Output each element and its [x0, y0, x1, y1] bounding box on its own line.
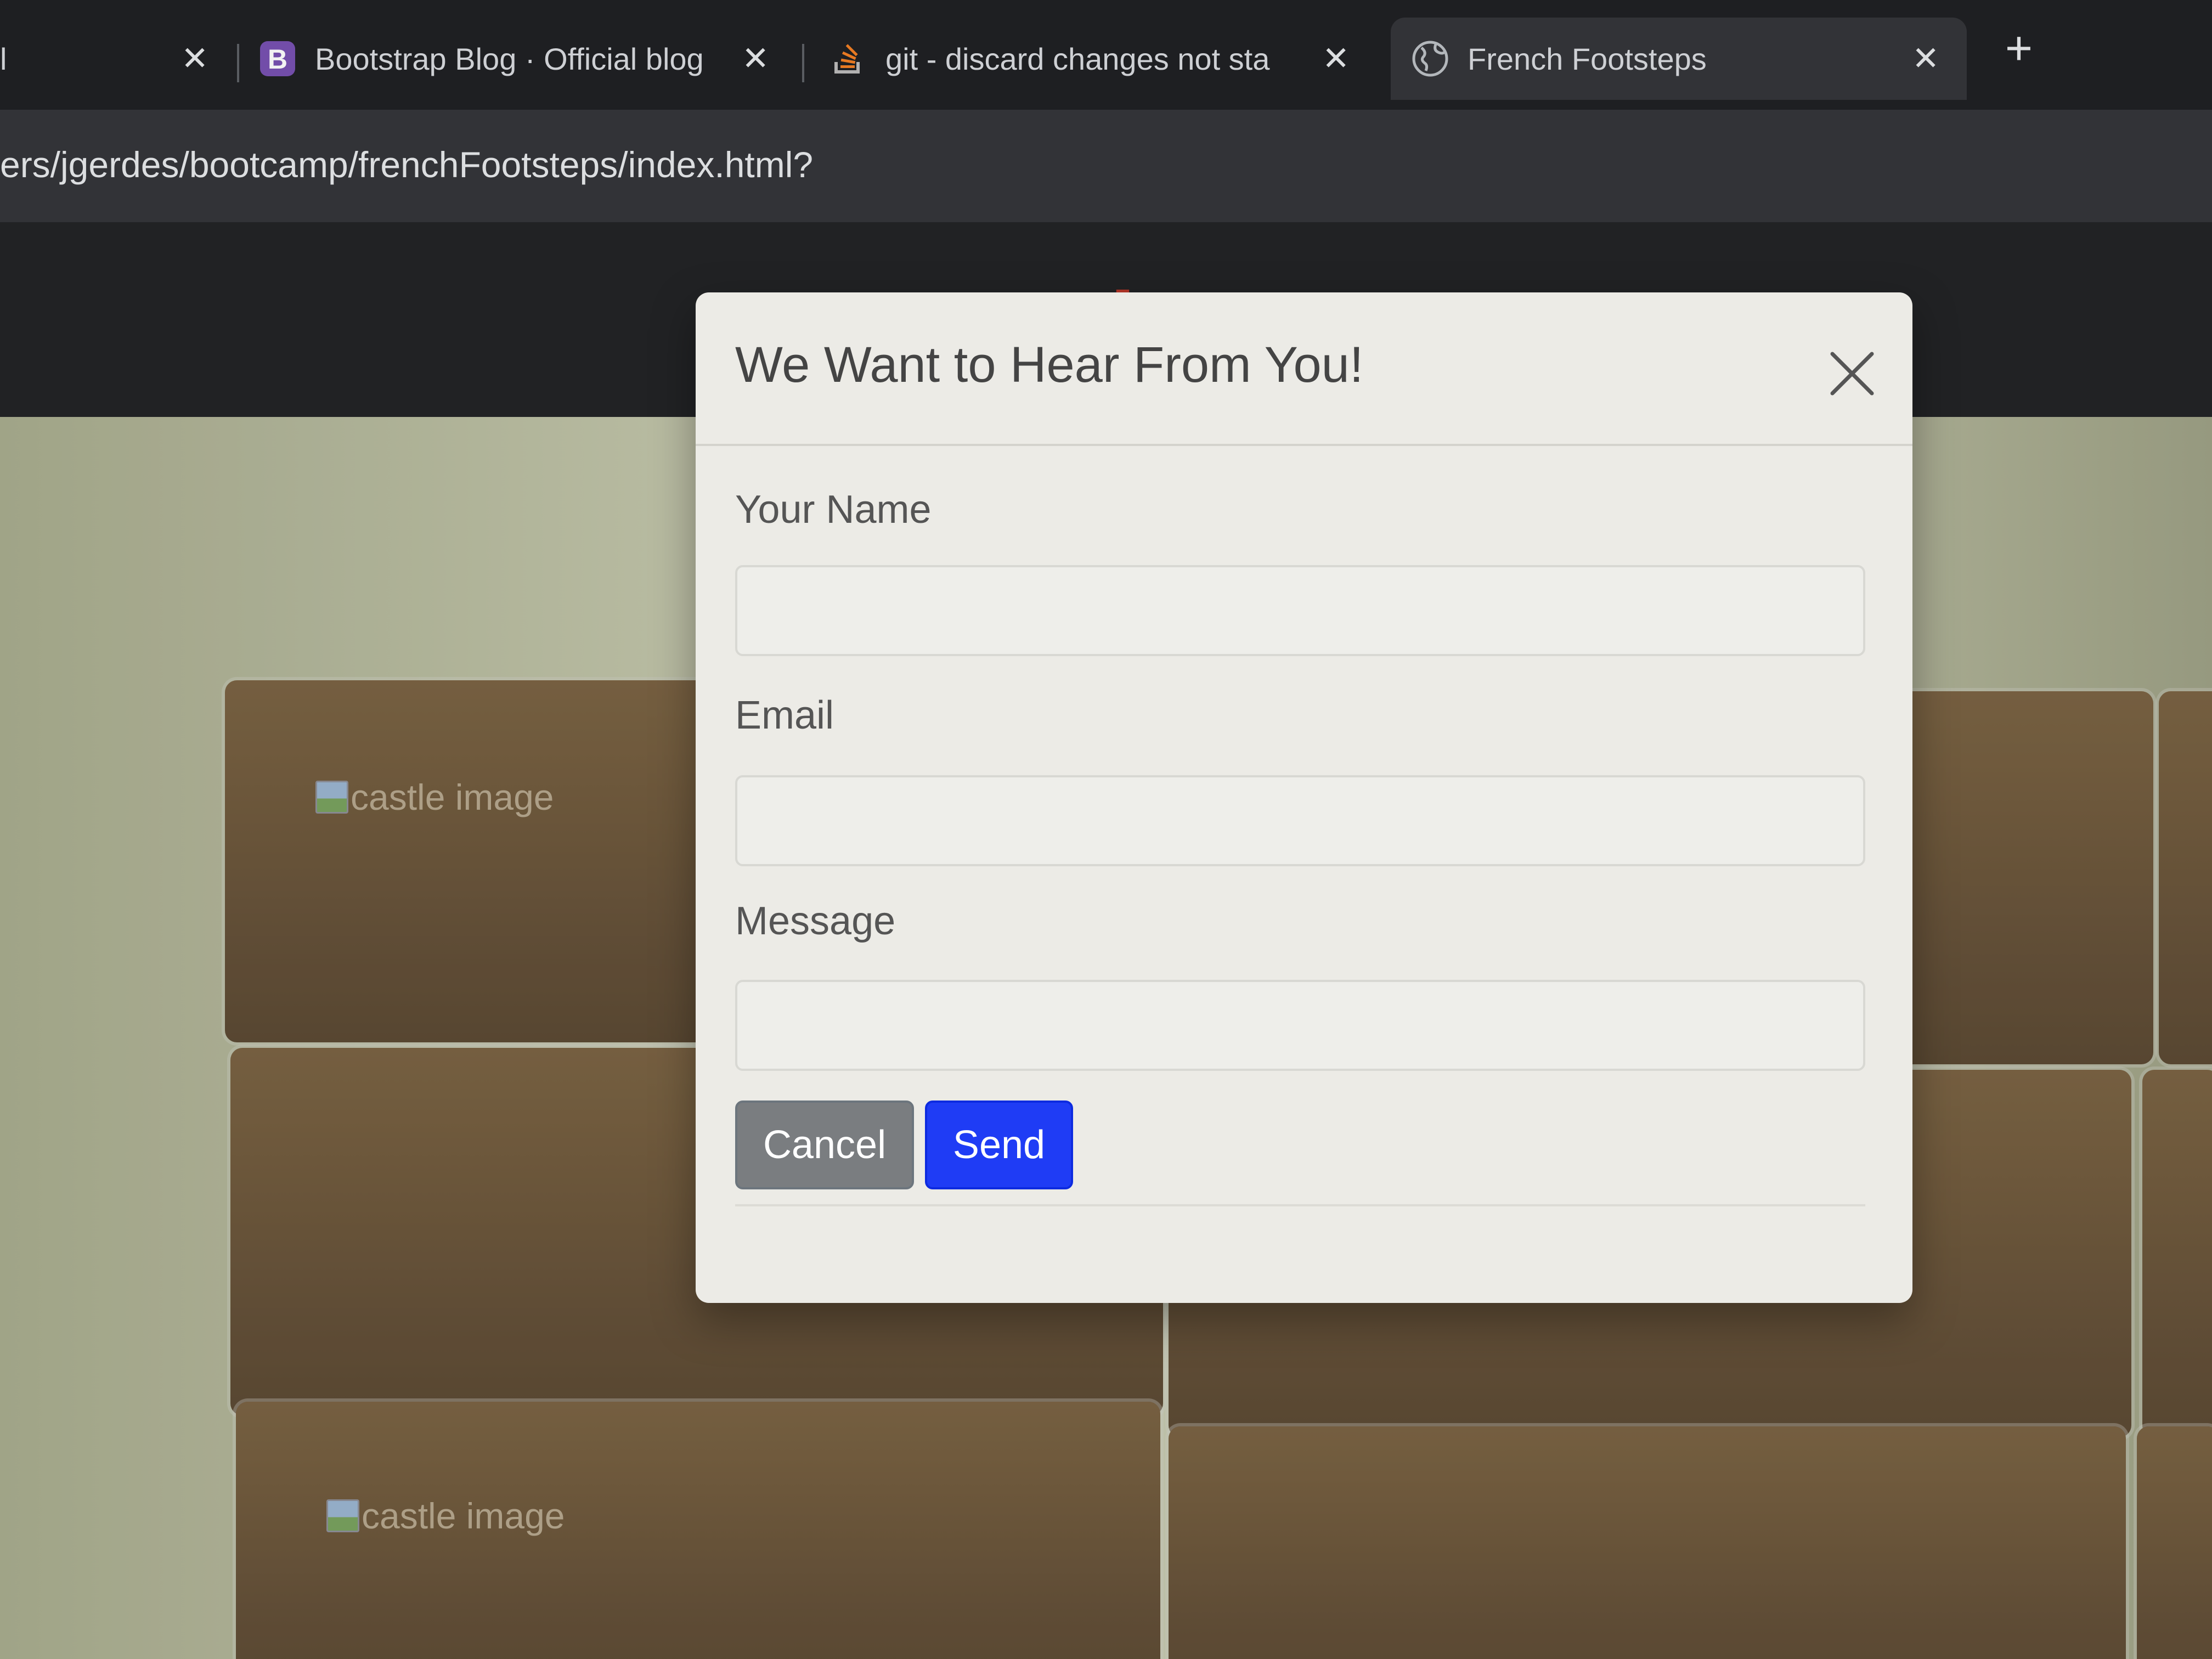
tab-title: l: [0, 41, 7, 76]
broken-image-icon: [326, 1499, 359, 1532]
name-label: Your Name: [735, 488, 932, 532]
close-icon[interactable]: [1826, 347, 1878, 400]
castle-card[interactable]: castle image: [236, 1402, 1160, 1659]
castle-card[interactable]: [2159, 691, 2212, 1064]
broken-image-icon: [315, 781, 348, 814]
contact-modal: We Want to Hear From You! Your Name Emai…: [696, 292, 1912, 1303]
browser-tab-partial[interactable]: l ✕: [0, 18, 230, 100]
message-input[interactable]: [735, 980, 1865, 1071]
modal-header: We Want to Hear From You!: [696, 292, 1912, 446]
castle-card[interactable]: [1169, 1426, 2126, 1659]
cancel-button[interactable]: Cancel: [735, 1101, 914, 1189]
browser-tab-bootstrap-blog[interactable]: B Bootstrap Blog · Official blog ✕: [258, 18, 806, 100]
modal-footer-divider: [735, 1204, 1865, 1206]
tab-close-icon[interactable]: ✕: [1912, 42, 1939, 75]
tab-separator: [802, 44, 804, 82]
bootstrap-icon: B: [258, 39, 297, 78]
broken-image: castle image: [315, 776, 554, 818]
castle-card[interactable]: [2137, 1426, 2212, 1659]
email-label: Email: [735, 693, 834, 737]
globe-icon: [1410, 39, 1450, 78]
svg-text:B: B: [268, 44, 287, 75]
tab-separator: [237, 44, 239, 82]
stackoverflow-icon: [828, 39, 868, 78]
browser-toolbar: ers/jgerdes/bootcamp/frenchFootsteps/ind…: [0, 110, 2212, 222]
browser-tab-strip: l ✕ B Bootstrap Blog · Official blog ✕ g…: [0, 0, 2212, 110]
browser-tab-git-discard[interactable]: git - discard changes not sta ✕: [828, 18, 1366, 100]
send-button[interactable]: Send: [925, 1101, 1073, 1189]
tab-title: Bootstrap Blog · Official blog: [315, 41, 704, 76]
broken-image: castle image: [326, 1495, 565, 1537]
tab-close-icon[interactable]: ✕: [1322, 42, 1350, 75]
tab-close-icon[interactable]: ✕: [181, 42, 208, 75]
tab-close-icon[interactable]: ✕: [742, 42, 769, 75]
new-tab-button[interactable]: +: [1997, 25, 2041, 72]
email-input[interactable]: [735, 775, 1865, 866]
tab-title: French Footsteps: [1468, 41, 1707, 76]
name-input[interactable]: [735, 565, 1865, 656]
modal-title: We Want to Hear From You!: [735, 337, 1364, 393]
message-label: Message: [735, 899, 896, 943]
image-alt-text: castle image: [362, 1496, 565, 1536]
image-alt-text: castle image: [351, 777, 554, 817]
browser-tab-french-footsteps[interactable]: French Footsteps ✕: [1391, 18, 1967, 100]
tab-title: git - discard changes not sta: [885, 41, 1270, 76]
address-bar-url[interactable]: ers/jgerdes/bootcamp/frenchFootsteps/ind…: [0, 144, 813, 185]
castle-card[interactable]: [2142, 1070, 2212, 1437]
